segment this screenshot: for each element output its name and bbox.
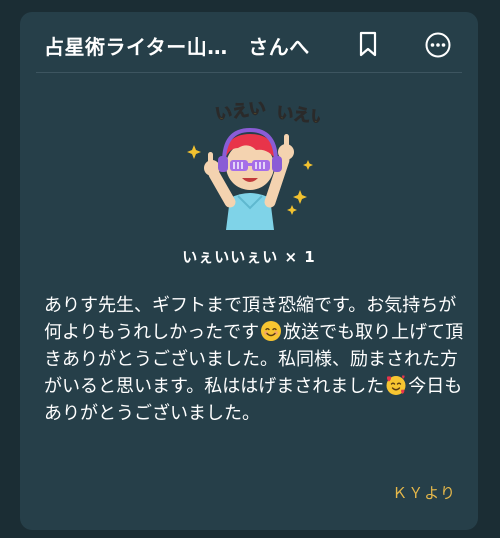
- gift-letter-card: 占星術ライター山… さんへ いえい いえい いぇいいぇい × 1 ありす先生、ギ…: [20, 12, 478, 530]
- smiling-face-icon: [261, 321, 282, 341]
- header-divider: [36, 72, 462, 73]
- sender-label: ＫＹより: [392, 484, 456, 502]
- letter-header: 占星術ライター山… さんへ: [20, 12, 478, 74]
- smiling-face-with-hearts-icon: [386, 375, 406, 395]
- bookmark-icon[interactable]: [356, 30, 380, 58]
- gift-count-label: いぇいいぇい × 1: [182, 248, 316, 266]
- iei-iei-sticker: いえい いえい: [187, 98, 320, 230]
- more-options-icon[interactable]: [424, 31, 452, 59]
- letter-message: ありす先生、ギフトまで頂き恐縮です。お気持ちが何よりもうれしかったです 放送でも…: [44, 292, 464, 427]
- sticker-text-right: いえい: [275, 103, 320, 128]
- sticker-text-left: いえい: [214, 98, 267, 125]
- letter-title: 占星術ライター山… さんへ: [44, 35, 310, 59]
